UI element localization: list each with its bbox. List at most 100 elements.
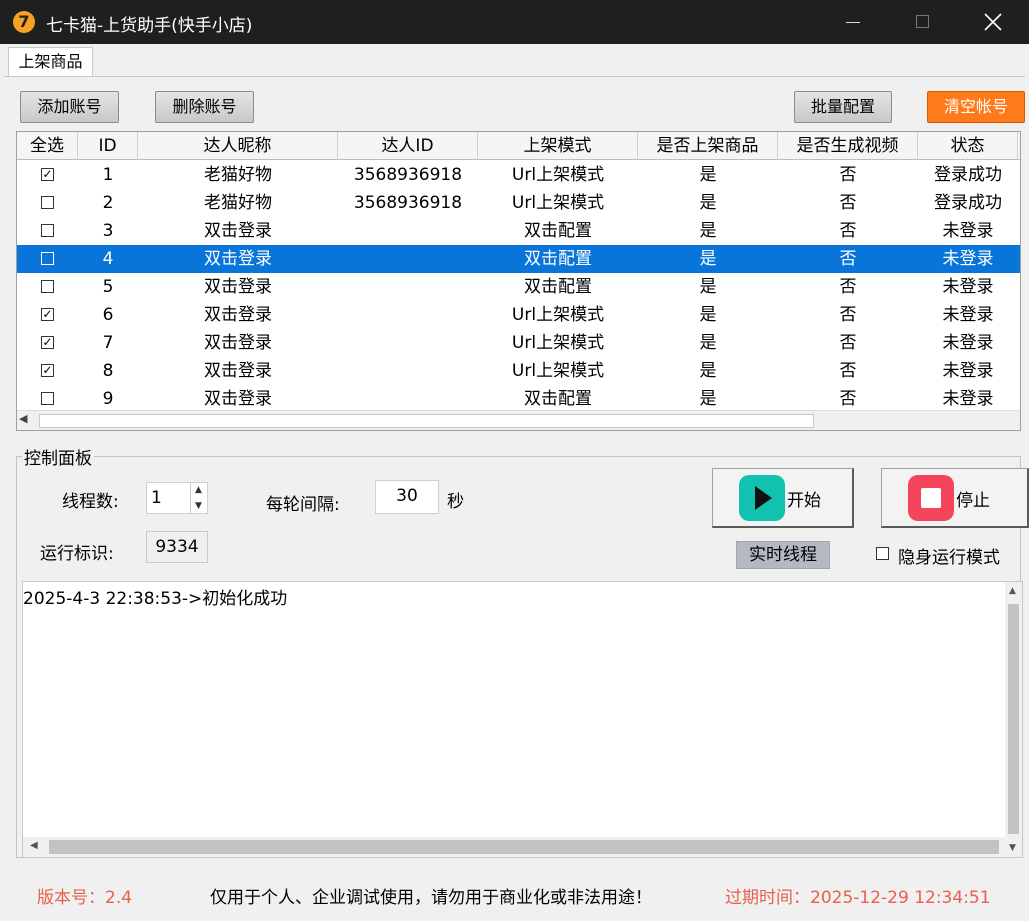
checkbox-icon[interactable] xyxy=(41,251,54,265)
table-row[interactable]: 4 双击登录 双击配置 是 否 未登录 xyxy=(17,245,1020,273)
row-checkbox[interactable]: ✓ xyxy=(17,357,78,385)
cell-list-goods: 是 xyxy=(699,165,717,185)
header-talent-id[interactable]: 达人ID xyxy=(338,132,478,160)
row-checkbox[interactable] xyxy=(17,385,78,411)
header-list-goods[interactable]: 是否上架商品 xyxy=(638,132,778,160)
cell-status: 未登录 xyxy=(942,249,994,269)
checkbox-icon[interactable] xyxy=(41,195,54,209)
maximize-button[interactable] xyxy=(893,0,953,44)
cell-talent-id xyxy=(338,245,478,273)
cell-mode: Url上架模式 xyxy=(511,165,605,185)
row-checkbox[interactable] xyxy=(17,273,78,301)
log-vscroll-thumb[interactable] xyxy=(1008,604,1019,834)
realtime-threads-button[interactable]: 实时线程 xyxy=(736,541,830,569)
cell-mode: 双击配置 xyxy=(524,389,592,409)
cell-list-goods: 是 xyxy=(699,277,717,297)
scroll-left-icon[interactable]: ◀ xyxy=(19,412,27,425)
cell-list-goods: 是 xyxy=(699,305,717,325)
minimize-button[interactable] xyxy=(823,0,883,44)
row-checkbox[interactable] xyxy=(17,189,78,217)
maximize-icon xyxy=(916,15,929,28)
table-hscrollbar[interactable]: ◀ xyxy=(17,410,1020,430)
version-label: 版本号：2.4 xyxy=(37,888,133,908)
checkbox-icon[interactable]: ✓ xyxy=(41,335,54,349)
header-select-all[interactable]: 全选 xyxy=(17,132,78,160)
table-row[interactable]: 5 双击登录 双击配置 是 否 未登录 xyxy=(17,273,1020,301)
table-row[interactable]: 9 双击登录 双击配置 是 否 未登录 xyxy=(17,385,1020,411)
log-vscrollbar[interactable]: ▲ ▼ xyxy=(1005,582,1022,857)
checkbox-icon[interactable]: ✓ xyxy=(41,307,54,321)
log-output[interactable]: 2025-4-3 22:38:53->初始化成功 ▲ ▼ ◀ xyxy=(22,581,1023,858)
batch-config-button[interactable]: 批量配置 xyxy=(794,91,892,123)
row-checkbox[interactable]: ✓ xyxy=(17,301,78,329)
row-checkbox[interactable] xyxy=(17,217,78,245)
account-table[interactable]: 全选 ID 达人昵称 达人ID 上架模式 是否上架商品 是否生成视频 状态 ✓ 1… xyxy=(16,131,1021,431)
scroll-left-icon[interactable]: ◀ xyxy=(30,840,38,851)
checkbox-icon[interactable]: ✓ xyxy=(41,363,54,377)
row-checkbox[interactable] xyxy=(17,245,78,273)
close-icon xyxy=(984,13,1002,31)
scrollbar-thumb[interactable] xyxy=(39,414,814,428)
cell-gen-video: 否 xyxy=(839,277,857,297)
checkbox-icon[interactable]: ✓ xyxy=(41,167,54,181)
threads-label: 线程数: xyxy=(62,492,119,512)
log-hscroll-thumb[interactable] xyxy=(49,840,999,854)
tab-list-goods[interactable]: 上架商品 xyxy=(8,47,93,77)
table-row[interactable]: ✓ 7 双击登录 Url上架模式 是 否 未登录 xyxy=(17,329,1020,357)
cell-status: 未登录 xyxy=(942,305,994,325)
cell-nickname: 双击登录 xyxy=(204,361,272,381)
stepper-down-icon[interactable]: ▼ xyxy=(191,498,206,514)
cell-id: 4 xyxy=(102,249,114,269)
table-row[interactable]: ✓ 8 双击登录 Url上架模式 是 否 未登录 xyxy=(17,357,1020,385)
delete-account-button[interactable]: 删除账号 xyxy=(155,91,254,123)
checkbox-icon[interactable] xyxy=(41,391,54,405)
start-button[interactable]: 开始 xyxy=(712,468,854,528)
stealth-mode-checkbox[interactable] xyxy=(876,547,889,560)
stepper-up-icon[interactable]: ▲ xyxy=(191,482,206,498)
cell-mode: 双击配置 xyxy=(524,221,592,241)
row-checkbox[interactable]: ✓ xyxy=(17,161,78,189)
cell-nickname: 双击登录 xyxy=(204,333,272,353)
table-row[interactable]: ✓ 6 双击登录 Url上架模式 是 否 未登录 xyxy=(17,301,1020,329)
header-id[interactable]: ID xyxy=(78,132,138,160)
table-body: ✓ 1 老猫好物 3568936918 Url上架模式是否登录成功 2 老猫好物 356893… xyxy=(17,161,1020,411)
row-checkbox[interactable]: ✓ xyxy=(17,329,78,357)
scroll-up-icon[interactable]: ▲ xyxy=(1009,586,1016,596)
clear-accounts-button[interactable]: 清空帐号 xyxy=(927,91,1025,123)
scroll-down-icon[interactable]: ▼ xyxy=(1009,843,1016,853)
threads-stepper[interactable]: ▲ ▼ xyxy=(190,482,206,514)
checkbox-icon[interactable] xyxy=(41,279,54,293)
window-title: 七卡猫-上货助手(快手小店) xyxy=(46,16,253,36)
cell-gen-video: 否 xyxy=(839,221,857,241)
cell-gen-video: 否 xyxy=(839,389,857,409)
stop-button[interactable]: 停止 xyxy=(881,468,1029,528)
cell-talent-id xyxy=(338,217,478,245)
minimize-icon xyxy=(846,22,860,23)
log-line: 2025-4-3 22:38:53->初始化成功 xyxy=(23,589,288,609)
cell-talent-id xyxy=(338,385,478,411)
table-row[interactable]: 3 双击登录 双击配置 是 否 未登录 xyxy=(17,217,1020,245)
cell-nickname: 双击登录 xyxy=(204,221,272,241)
cell-id: 5 xyxy=(102,277,114,297)
table-row[interactable]: 2 老猫好物 3568936918 Url上架模式 是 否 登录成功 xyxy=(17,189,1020,217)
add-account-button[interactable]: 添加账号 xyxy=(20,91,119,123)
cell-gen-video: 否 xyxy=(839,193,857,213)
interval-input[interactable]: 30 xyxy=(375,480,439,514)
cell-id: 9 xyxy=(102,389,114,409)
cell-list-goods: 是 xyxy=(699,389,717,409)
header-mode[interactable]: 上架模式 xyxy=(478,132,638,160)
cell-id: 2 xyxy=(102,193,114,213)
table-row[interactable]: ✓ 1 老猫好物 3568936918 Url上架模式 是 否 登录成功 xyxy=(17,161,1020,189)
header-gen-video[interactable]: 是否生成视频 xyxy=(778,132,918,160)
close-button[interactable] xyxy=(963,0,1023,44)
cell-mode: Url上架模式 xyxy=(511,305,605,325)
start-label: 开始 xyxy=(787,491,821,511)
cell-nickname: 双击登录 xyxy=(204,277,272,297)
cell-gen-video: 否 xyxy=(839,249,857,269)
header-status[interactable]: 状态 xyxy=(918,132,1018,160)
app-logo-icon: 7 xyxy=(13,11,35,33)
checkbox-icon[interactable] xyxy=(41,223,54,237)
log-hscrollbar[interactable]: ◀ xyxy=(23,837,1007,857)
cell-status: 未登录 xyxy=(942,221,994,241)
header-nickname[interactable]: 达人昵称 xyxy=(138,132,338,160)
